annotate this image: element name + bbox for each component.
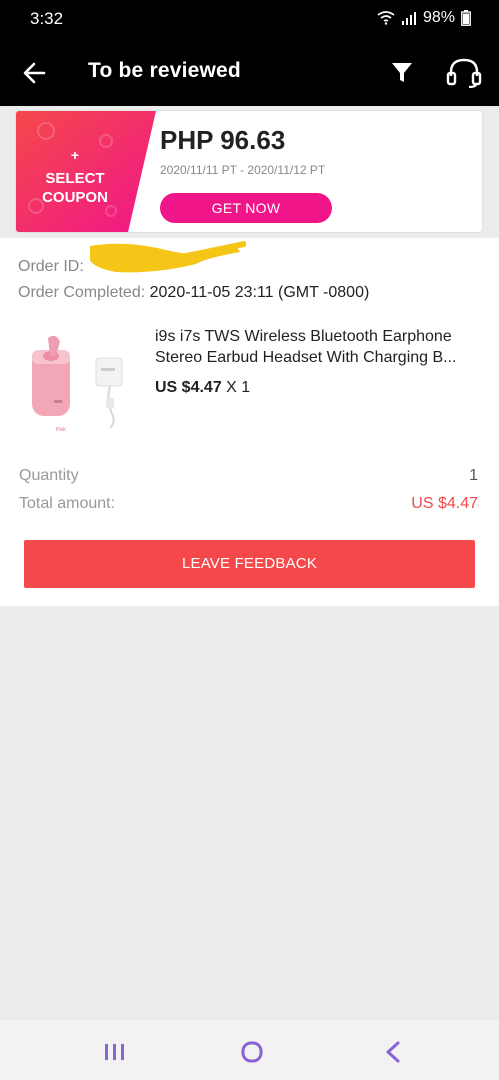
order-completed-value: 2020-11-05 23:11 (GMT -0800) bbox=[149, 284, 370, 301]
coupon-amount: PHP 96.63 bbox=[160, 125, 286, 155]
product-price: US $4.47 bbox=[155, 379, 222, 396]
order-id-label: Order ID: bbox=[18, 258, 84, 275]
order-completed-label: Order Completed: bbox=[18, 284, 146, 301]
product-title-line2: Stereo Earbud Headset With Charging B... bbox=[155, 349, 457, 366]
filter-button[interactable] bbox=[390, 60, 414, 86]
back-icon bbox=[386, 1041, 400, 1063]
app-bar: To be reviewed bbox=[0, 40, 499, 106]
back-button[interactable] bbox=[20, 58, 50, 88]
total-amount-label: Total amount: bbox=[19, 495, 116, 512]
select-coupon-label: SELECT COUPON bbox=[16, 169, 134, 207]
filter-icon bbox=[392, 63, 412, 82]
product-quantity: X 1 bbox=[226, 379, 251, 396]
back-arrow-icon bbox=[23, 62, 46, 84]
order-card: Order ID: Order Completed: 2020-11-05 23… bbox=[0, 238, 499, 606]
recents-button[interactable] bbox=[103, 1042, 127, 1062]
coupon-card[interactable]: + SELECT COUPON PHP 96.63 2020/11/11 PT … bbox=[16, 111, 482, 232]
customer-service-button[interactable] bbox=[445, 56, 483, 90]
select-coupon-panel[interactable]: + SELECT COUPON bbox=[16, 111, 166, 232]
recents-icon bbox=[105, 1044, 124, 1060]
page-title: To be reviewed bbox=[88, 59, 241, 82]
select-coupon-line2: COUPON bbox=[42, 189, 108, 206]
product-title[interactable]: i9s i7s TWS Wireless Bluetooth Earphone … bbox=[155, 326, 480, 368]
signal-icon bbox=[401, 12, 416, 25]
coupon-banner: + SELECT COUPON PHP 96.63 2020/11/11 PT … bbox=[0, 106, 499, 236]
earbuds-product-image: Pink bbox=[32, 335, 123, 433]
coupon-plus-icon: + bbox=[70, 147, 80, 163]
redaction-scribble bbox=[90, 241, 246, 273]
total-amount-value: US $4.47 bbox=[411, 495, 478, 512]
order-id-row: Order ID: bbox=[18, 258, 84, 276]
system-nav-bar bbox=[0, 1020, 499, 1080]
product-price-row: US $4.47 X 1 bbox=[155, 379, 250, 397]
quantity-label: Quantity bbox=[19, 467, 79, 484]
coupon-validity-dates: 2020/11/11 PT - 2020/11/12 PT bbox=[160, 163, 326, 177]
home-icon bbox=[241, 1041, 263, 1063]
product-image-caption: Pink bbox=[56, 427, 66, 433]
system-back-button[interactable] bbox=[383, 1040, 403, 1064]
quantity-value: 1 bbox=[469, 467, 478, 484]
select-coupon-line1: SELECT bbox=[45, 170, 105, 187]
status-time: 3:32 bbox=[30, 9, 64, 28]
product-image[interactable]: Pink bbox=[26, 328, 130, 434]
battery-percent: 98% bbox=[422, 9, 455, 26]
product-title-line1: i9s i7s TWS Wireless Bluetooth Earphone bbox=[155, 328, 452, 345]
home-button[interactable] bbox=[240, 1040, 264, 1064]
wifi-icon bbox=[377, 11, 395, 25]
headset-icon bbox=[446, 58, 482, 89]
battery-icon bbox=[461, 10, 471, 26]
status-indicators: 98% bbox=[377, 9, 471, 27]
status-bar: 3:32 98% bbox=[0, 0, 499, 40]
order-completed-row: Order Completed: 2020-11-05 23:11 (GMT -… bbox=[18, 284, 369, 302]
get-now-button[interactable]: GET NOW bbox=[160, 193, 332, 223]
leave-feedback-button[interactable]: LEAVE FEEDBACK bbox=[24, 540, 475, 588]
